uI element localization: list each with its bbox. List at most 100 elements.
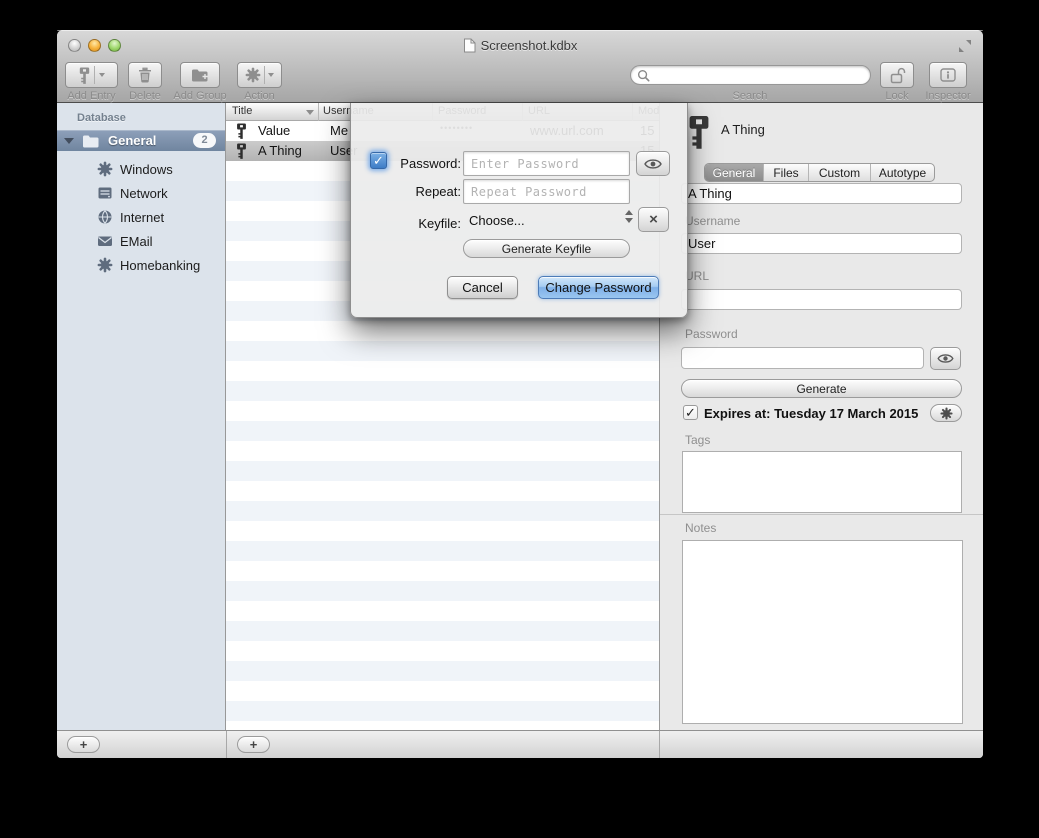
unlock-icon: [889, 67, 906, 84]
add-group-label: Add Group: [162, 90, 238, 102]
sidebar-item-windows[interactable]: Windows: [57, 157, 225, 181]
action-button[interactable]: [237, 62, 282, 88]
url-field[interactable]: [681, 289, 962, 310]
cancel-button[interactable]: Cancel: [447, 276, 518, 299]
window-chrome: Screenshot.kdbx Add Entry Del: [57, 30, 983, 103]
notes-label: Notes: [685, 521, 716, 535]
cell-title: A Thing: [258, 143, 302, 158]
section-divider: [660, 514, 983, 515]
tab-files[interactable]: Files: [764, 164, 809, 181]
fullscreen-icon[interactable]: [958, 39, 972, 53]
close-icon: ×: [649, 211, 658, 228]
popup-stepper-icon[interactable]: [625, 210, 633, 223]
app-window: Screenshot.kdbx Add Entry Del: [57, 30, 983, 758]
sidebar-item-label: Network: [120, 186, 168, 201]
gear-icon: [245, 67, 261, 83]
key-icon: [236, 123, 247, 139]
add-group-footer-button[interactable]: +: [67, 736, 100, 753]
sidebar-item-label: EMail: [120, 234, 153, 249]
chevron-down-icon: [268, 73, 274, 77]
password-field[interactable]: [681, 347, 924, 369]
show-password-button[interactable]: [636, 151, 670, 176]
tab-custom[interactable]: Custom: [809, 164, 871, 181]
gear-icon: [940, 407, 953, 420]
sidebar-group-general[interactable]: General 2: [57, 130, 225, 151]
sidebar-section-header: Database: [77, 112, 126, 124]
add-entry-footer-button[interactable]: +: [237, 736, 270, 753]
search-icon: [637, 69, 650, 82]
change-password-button[interactable]: Change Password: [538, 276, 659, 299]
keyfile-label: Keyfile:: [387, 216, 461, 231]
password-label: Password:: [387, 156, 461, 171]
generate-keyfile-button[interactable]: Generate Keyfile: [463, 239, 630, 258]
password-checkbox[interactable]: ✓: [370, 152, 387, 169]
url-label: URL: [685, 269, 709, 283]
document-icon: [463, 38, 476, 53]
folder-icon: [82, 134, 100, 148]
sidebar-item-homebanking[interactable]: Homebanking: [57, 253, 225, 277]
title-bar: Screenshot.kdbx: [57, 38, 983, 58]
sidebar-item-label: Windows: [120, 162, 173, 177]
lock-button[interactable]: [880, 62, 914, 88]
disclosure-triangle-icon[interactable]: [64, 138, 74, 144]
repeat-input[interactable]: [463, 179, 630, 204]
password-input[interactable]: [463, 151, 630, 176]
key-icon: [688, 110, 710, 154]
key-icon: [236, 143, 247, 159]
sidebar-item-network[interactable]: Network: [57, 181, 225, 205]
cell-title: Value: [258, 123, 290, 138]
sidebar-item-email[interactable]: EMail: [57, 229, 225, 253]
server-icon: [97, 185, 113, 201]
tags-textarea[interactable]: [682, 451, 962, 513]
sidebar-item-internet[interactable]: Internet: [57, 205, 225, 229]
plus-icon: +: [80, 738, 88, 751]
add-group-button[interactable]: [180, 62, 220, 88]
inspector-button[interactable]: [929, 62, 967, 88]
sidebar-group-label: General: [108, 133, 156, 148]
expires-settings-button[interactable]: [930, 404, 962, 422]
search-input[interactable]: [630, 65, 871, 85]
inspector-tabs: General Files Custom Autotype: [704, 163, 935, 182]
title-field[interactable]: [681, 183, 962, 204]
repeat-label: Repeat:: [387, 184, 461, 199]
password-label: Password: [685, 327, 738, 341]
change-password-sheet: ✓ Password: Repeat: Keyfile: Choose... ×…: [350, 103, 688, 318]
sidebar: Database General 2 Windows: [57, 103, 226, 730]
chevron-down-icon: [99, 73, 105, 77]
expires-checkbox[interactable]: ✓: [683, 405, 698, 420]
delete-button[interactable]: [128, 62, 162, 88]
add-entry-button[interactable]: [65, 62, 118, 88]
screen: Screenshot.kdbx Add Entry Del: [0, 0, 1039, 838]
inspector-label: Inspector: [914, 90, 982, 102]
action-label: Action: [229, 90, 290, 102]
inspector-icon: [940, 68, 956, 82]
column-header-title[interactable]: Title: [232, 105, 252, 117]
trash-icon: [138, 67, 152, 83]
search-label: Search: [720, 90, 780, 102]
username-field[interactable]: [681, 233, 962, 254]
keyfile-popup[interactable]: Choose...: [463, 208, 631, 232]
tab-autotype[interactable]: Autotype: [871, 164, 934, 181]
cell-username: Me: [330, 123, 348, 138]
globe-icon: [97, 209, 113, 225]
gear-icon: [97, 161, 113, 177]
generate-password-button[interactable]: Generate: [681, 379, 962, 398]
tab-general[interactable]: General: [705, 164, 764, 181]
sidebar-item-label: Homebanking: [120, 258, 200, 273]
sidebar-item-label: Internet: [120, 210, 164, 225]
keyfile-value: Choose...: [463, 213, 525, 228]
tags-label: Tags: [685, 433, 710, 447]
show-password-button[interactable]: [930, 347, 961, 370]
notes-textarea[interactable]: [682, 540, 963, 724]
group-count-badge: 2: [193, 133, 216, 148]
folder-plus-icon: [191, 68, 209, 82]
gear-icon: [97, 257, 113, 273]
inspector-entry-title: A Thing: [721, 122, 765, 137]
key-icon: [79, 67, 90, 84]
plus-icon: +: [250, 738, 258, 751]
clear-keyfile-button[interactable]: ×: [638, 207, 669, 232]
eye-icon: [644, 158, 662, 170]
footer-bar: + +: [57, 730, 983, 758]
username-label: Username: [685, 214, 740, 228]
inspector-panel: A Thing General Files Custom Autotype Us…: [659, 103, 983, 730]
